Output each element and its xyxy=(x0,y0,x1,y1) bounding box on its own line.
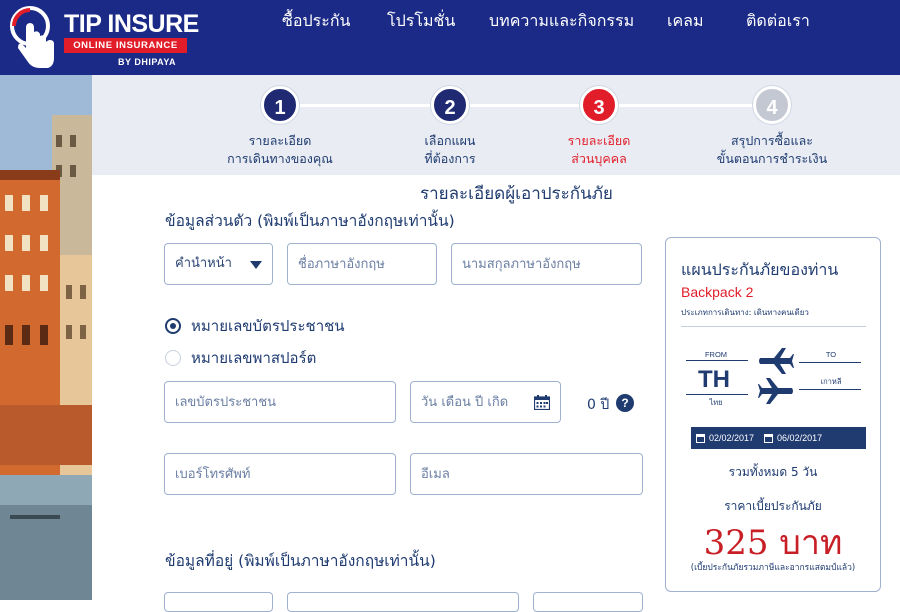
title-select-value: คำนำหน้า xyxy=(175,256,232,271)
last-name-field[interactable] xyxy=(451,243,642,285)
brand-tagline: ONLINE INSURANCE xyxy=(64,38,187,53)
from-name: ไทย xyxy=(709,398,723,407)
travel-dates: 02/02/2017 06/02/2017 xyxy=(691,427,866,449)
id-card-option[interactable]: หมายเลขบัตรประชาชน xyxy=(165,314,345,338)
address-field-3[interactable] xyxy=(533,592,643,612)
step-4-label-line1: สรุปการซื้อและ xyxy=(730,133,813,148)
radio-unselected-icon[interactable] xyxy=(165,350,181,366)
help-icon[interactable]: ? xyxy=(616,394,634,412)
route-divider xyxy=(686,360,748,361)
radio-selected-icon[interactable] xyxy=(165,318,181,334)
phone-field[interactable] xyxy=(164,453,396,495)
brand-by: BY DHIPAYA xyxy=(118,57,177,67)
email-input[interactable] xyxy=(421,454,632,494)
start-date: 02/02/2017 xyxy=(696,427,754,449)
brand-name[interactable]: TIP INSURE xyxy=(64,10,199,39)
age-display: 0 ปี xyxy=(587,397,610,413)
route-divider xyxy=(799,389,861,390)
step-2-label: เลือกแผน ที่ต้องการ xyxy=(370,132,530,168)
route-divider xyxy=(686,394,748,395)
address-field-1[interactable] xyxy=(164,592,273,612)
total-days: รวมทั้งหมด 5 วัน xyxy=(728,465,818,479)
id-number-field[interactable] xyxy=(164,381,396,423)
title-select[interactable]: คำนำหน้า xyxy=(164,243,273,285)
divider xyxy=(681,326,866,327)
nav-promotions[interactable]: โปรโมชั่น xyxy=(387,9,455,34)
start-date-value: 02/02/2017 xyxy=(709,433,755,443)
step-1-circle[interactable]: 1 xyxy=(261,86,299,124)
step-2-label-line2: ที่ต้องการ xyxy=(424,151,476,166)
from-code: TH xyxy=(698,366,730,393)
step-3-label-line1: รายละเอียด xyxy=(567,133,631,148)
email-field[interactable] xyxy=(410,453,643,495)
logo-hand-icon xyxy=(10,6,54,68)
step-2-label-line1: เลือกแผน xyxy=(424,133,476,148)
calendar-icon[interactable] xyxy=(534,395,550,410)
airplane-icon xyxy=(758,348,794,404)
birthdate-input[interactable] xyxy=(421,382,531,422)
address-section-title: ข้อมูลที่อยู่ (พิมพ์เป็นภาษาอังกฤษเท่านั… xyxy=(165,552,436,570)
step-3-label-line2: ส่วนบุคคล xyxy=(571,151,627,166)
to-name: เกาหลี xyxy=(820,377,842,386)
top-navigation-bar: TIP INSURE ONLINE INSURANCE BY DHIPAYA ซ… xyxy=(0,0,900,75)
price-label: ราคาเบี้ยประกันภัย xyxy=(724,499,822,513)
step-3-circle: 3 xyxy=(580,86,618,124)
step-1-label-line2: การเดินทางของคุณ xyxy=(227,151,333,166)
plan-summary-card: แผนประกันภัยของท่าน Backpack 2 ประเภทการ… xyxy=(665,237,881,592)
price-note: (เบี้ยประกันภัยรวมภาษีและอากรแสตมป์แล้ว) xyxy=(690,563,856,573)
address-field-2[interactable] xyxy=(287,592,519,612)
nav-claim[interactable]: เคลม xyxy=(667,9,704,34)
personal-section-title: ข้อมูลส่วนตัว (พิมพ์เป็นภาษาอังกฤษเท่านั… xyxy=(165,212,455,230)
step-3-label: รายละเอียด ส่วนบุคคล xyxy=(519,132,679,168)
step-4-label-line2: ขั้นตอนการชำระเงิน xyxy=(716,151,828,166)
calendar-icon xyxy=(696,433,705,443)
passport-option-label: หมายเลขพาสปอร์ต xyxy=(191,349,317,367)
end-date-value: 06/02/2017 xyxy=(777,433,823,443)
to-label: TO xyxy=(825,350,837,359)
calendar-icon xyxy=(764,433,774,443)
plan-name: Backpack 2 xyxy=(681,284,754,300)
trip-type: ประเภทการเดินทาง: เดินทางคนเดียว xyxy=(681,308,809,317)
steps-connector xyxy=(280,104,765,107)
step-4-circle: 4 xyxy=(753,86,791,124)
background-city-image xyxy=(0,75,92,600)
id-number-input[interactable] xyxy=(175,382,385,422)
step-4-label: สรุปการซื้อและ ขั้นตอนการชำระเงิน xyxy=(692,132,852,168)
passport-option[interactable]: หมายเลขพาสปอร์ต xyxy=(165,346,316,370)
step-2-circle[interactable]: 2 xyxy=(431,86,469,124)
from-label: FROM xyxy=(704,350,728,359)
nav-buy-insurance[interactable]: ซื้อประกัน xyxy=(282,9,350,34)
first-name-input[interactable] xyxy=(298,244,426,284)
end-date: 06/02/2017 xyxy=(764,427,822,449)
step-1-label: รายละเอียด การเดินทางของคุณ xyxy=(200,132,360,168)
nav-articles[interactable]: บทความและกิจกรรม xyxy=(489,9,634,34)
chevron-down-icon xyxy=(250,261,262,269)
form-title: รายละเอียดผู้เอาประกันภัย xyxy=(420,184,613,204)
route-divider xyxy=(799,362,861,363)
last-name-input[interactable] xyxy=(462,244,631,284)
id-card-option-label: หมายเลขบัตรประชาชน xyxy=(191,317,345,335)
step-1-label-line1: รายละเอียด xyxy=(248,133,312,148)
summary-title: แผนประกันภัยของท่าน xyxy=(681,260,839,279)
phone-input[interactable] xyxy=(175,454,385,494)
first-name-field[interactable] xyxy=(287,243,437,285)
birthdate-field[interactable] xyxy=(410,381,561,423)
nav-contact[interactable]: ติดต่อเรา xyxy=(746,9,810,34)
